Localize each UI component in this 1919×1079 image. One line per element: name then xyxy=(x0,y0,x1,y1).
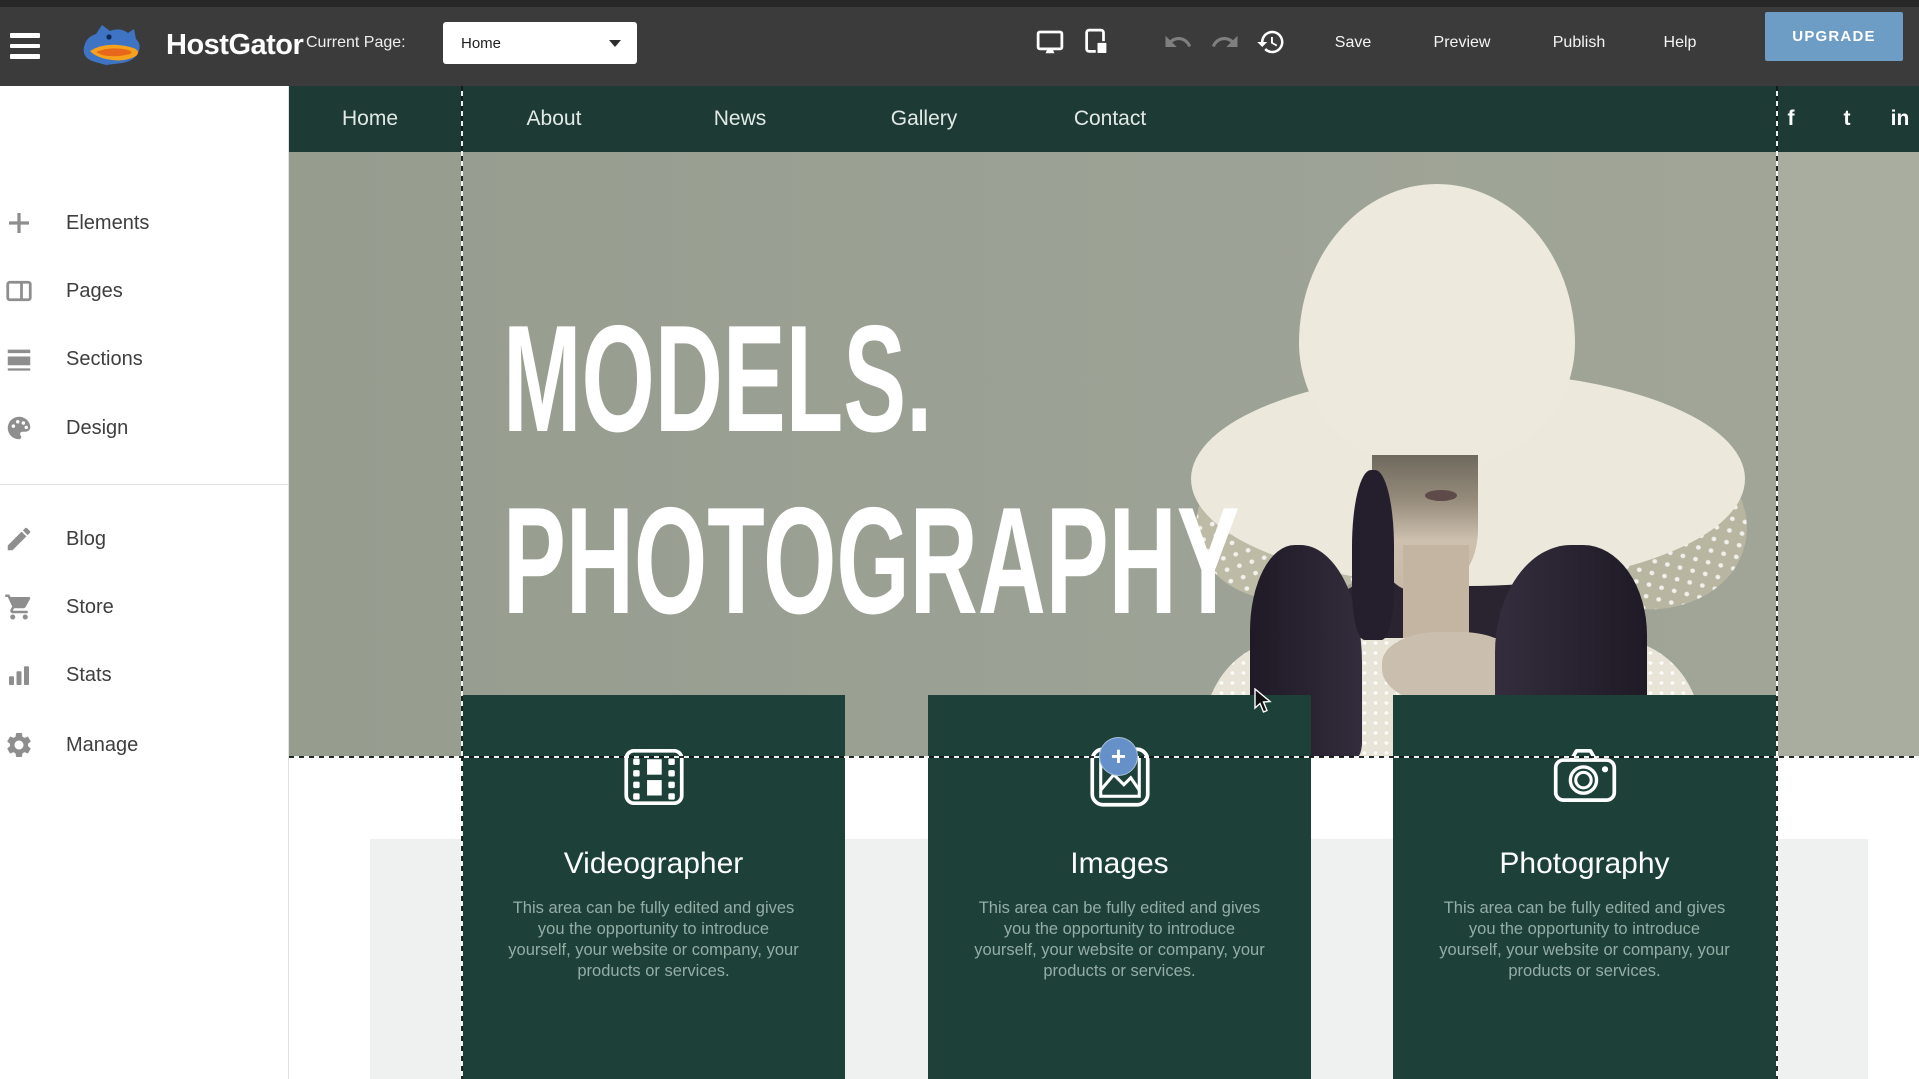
sidebar-item-label: Sections xyxy=(66,348,143,371)
current-page-label: Current Page: xyxy=(306,0,406,86)
plus-icon xyxy=(4,208,34,238)
palette-icon xyxy=(4,413,34,443)
undo-icon[interactable] xyxy=(1163,27,1193,57)
card-title[interactable]: Images xyxy=(928,847,1311,881)
site-canvas: Home About News Gallery Contact f t in xyxy=(289,86,1919,1079)
film-icon xyxy=(617,740,691,814)
sections-icon xyxy=(4,344,34,374)
hostgator-logo[interactable]: HostGator xyxy=(76,20,303,70)
site-nav-about[interactable]: About xyxy=(527,86,582,152)
sidebar-item-elements[interactable]: Elements xyxy=(0,201,289,245)
chevron-down-icon xyxy=(609,40,621,47)
card-photography[interactable]: Photography This area can be fully edite… xyxy=(1393,695,1776,1079)
save-button[interactable]: Save xyxy=(1335,0,1371,86)
sidebar-item-label: Elements xyxy=(66,212,149,235)
gear-icon xyxy=(4,730,34,760)
hero-section[interactable]: MODELS. PHOTOGRAPHY xyxy=(289,152,1919,757)
sidebar-item-pages[interactable]: Pages xyxy=(0,269,289,313)
sidebar-item-store[interactable]: Store xyxy=(0,585,289,629)
facebook-icon[interactable]: f xyxy=(1788,86,1795,152)
menu-icon[interactable] xyxy=(10,33,40,60)
bar-chart-icon xyxy=(4,660,34,690)
sidebar-item-label: Blog xyxy=(66,528,106,551)
mobile-preview-icon[interactable] xyxy=(1081,27,1111,57)
sidebar-item-sections[interactable]: Sections xyxy=(0,337,289,381)
camera-icon xyxy=(1548,740,1622,814)
sidebar-item-design[interactable]: Design xyxy=(0,406,289,450)
site-navbar: Home About News Gallery Contact f t in xyxy=(289,86,1919,152)
publish-button[interactable]: Publish xyxy=(1553,0,1605,86)
twitter-icon[interactable]: t xyxy=(1844,86,1851,152)
site-nav-news[interactable]: News xyxy=(714,86,767,152)
pages-icon xyxy=(4,276,34,306)
hero-wall-right xyxy=(1777,152,1919,757)
sidebar-item-label: Manage xyxy=(66,734,138,757)
page-select-value: Home xyxy=(461,35,609,52)
hostgator-website-builder: HostGator Current Page: Home Save Previe… xyxy=(0,0,1919,1079)
pencil-icon xyxy=(4,524,34,554)
hostgator-mascot-icon xyxy=(76,21,160,69)
cart-icon xyxy=(4,592,34,622)
linkedin-icon[interactable]: in xyxy=(1891,86,1910,152)
logo-wordmark: HostGator xyxy=(166,29,303,62)
plus-icon: + xyxy=(1111,743,1126,769)
desktop-preview-icon[interactable] xyxy=(1035,27,1065,57)
card-body[interactable]: This area can be fully edited and gives … xyxy=(973,898,1267,982)
sidebar-item-manage[interactable]: Manage xyxy=(0,723,289,767)
sidebar-item-blog[interactable]: Blog xyxy=(0,517,289,561)
sidebar-item-stats[interactable]: Stats xyxy=(0,653,289,697)
hero-title-line2[interactable]: PHOTOGRAPHY xyxy=(503,485,1240,637)
site-nav-contact[interactable]: Contact xyxy=(1074,86,1146,152)
help-button[interactable]: Help xyxy=(1664,0,1697,86)
sidebar-item-label: Stats xyxy=(66,664,112,687)
site-nav-gallery[interactable]: Gallery xyxy=(891,86,958,152)
card-title[interactable]: Videographer xyxy=(462,847,845,881)
sidebar-divider xyxy=(0,484,289,485)
card-body[interactable]: This area can be fully edited and gives … xyxy=(1438,898,1732,982)
card-title[interactable]: Photography xyxy=(1393,847,1776,881)
preview-button[interactable]: Preview xyxy=(1434,0,1491,86)
add-image-button[interactable]: + xyxy=(1099,737,1138,776)
sidebar-item-label: Store xyxy=(66,596,114,619)
site-nav-home[interactable]: Home xyxy=(342,86,398,152)
sidebar-item-label: Pages xyxy=(66,280,123,303)
sidebar-item-label: Design xyxy=(66,417,128,440)
builder-sidebar: Elements Pages Sections Design xyxy=(0,86,289,1079)
upgrade-button[interactable]: UPGRADE xyxy=(1765,12,1903,61)
card-videographer[interactable]: Videographer This area can be fully edit… xyxy=(462,695,845,1079)
hero-title-line1[interactable]: MODELS. xyxy=(503,303,932,455)
builder-topbar: HostGator Current Page: Home Save Previe… xyxy=(0,0,1919,86)
redo-icon[interactable] xyxy=(1210,27,1240,57)
history-icon[interactable] xyxy=(1256,27,1286,57)
card-body[interactable]: This area can be fully edited and gives … xyxy=(507,898,801,982)
page-select-dropdown[interactable]: Home xyxy=(443,22,637,64)
